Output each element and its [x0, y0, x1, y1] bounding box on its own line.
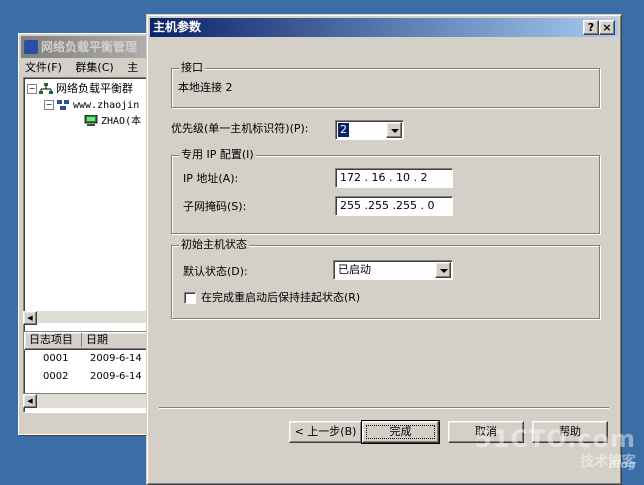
- log-column-date[interactable]: 日期: [82, 333, 146, 347]
- subnet-mask-label: 子网掩码(S):: [183, 200, 247, 213]
- menu-file[interactable]: 文件(F): [25, 61, 62, 74]
- subnet-mask-value: 255 .255 .255 . 0: [340, 199, 435, 212]
- log-column-item[interactable]: 日志项目: [25, 333, 82, 347]
- finish-button[interactable]: 完成: [361, 420, 440, 444]
- collapse-icon[interactable]: −: [27, 84, 37, 94]
- persist-suspend-label[interactable]: 在完成重启动后保持挂起状态(R): [201, 291, 360, 305]
- nlb-manager-title: 网络负载平衡管理: [41, 40, 138, 54]
- cluster-tree[interactable]: − 网络负载平衡群 − www.zhaojin ZHAO(本: [23, 77, 154, 345]
- interface-group: 接口 本地连接 2: [171, 61, 600, 108]
- priority-label: 优先级(单一主机标识符)(P):: [171, 122, 309, 135]
- chevron-down-icon[interactable]: [386, 122, 402, 138]
- nlb-manager-window[interactable]: 网络负载平衡管理 文件(F) 群集(C) 主 − 网络负载平衡群 − www.zha…: [18, 33, 155, 435]
- close-button[interactable]: ×: [599, 20, 615, 35]
- help-button[interactable]: ?: [583, 20, 599, 35]
- log-header: 日志项目 日期: [24, 332, 154, 350]
- host-computer-icon: [84, 115, 98, 126]
- ip-address-value: 172 . 16 . 10 . 2: [340, 171, 428, 184]
- nlb-app-icon: [24, 40, 38, 54]
- nlb-manager-titlebar[interactable]: 网络负载平衡管理: [21, 36, 154, 58]
- scroll-left-icon[interactable]: ◀: [23, 394, 37, 408]
- back-button[interactable]: < 上一步(B): [289, 421, 362, 443]
- scroll-left-icon[interactable]: ◀: [23, 311, 37, 325]
- tree-cluster-node[interactable]: − www.zhaojin: [44, 97, 139, 113]
- subnet-mask-field[interactable]: 255 .255 .255 . 0: [335, 196, 453, 216]
- cancel-button[interactable]: 取消: [448, 421, 524, 443]
- menu-host[interactable]: 主: [127, 61, 138, 74]
- log-hscrollbar[interactable]: ◀: [23, 393, 154, 408]
- persist-suspend-checkbox[interactable]: [184, 292, 196, 304]
- log-row-id[interactable]: 0002: [43, 369, 68, 385]
- network-icon: [39, 83, 53, 94]
- interface-value: 本地连接 2: [178, 81, 233, 94]
- collapse-icon[interactable]: −: [44, 100, 54, 110]
- menu-cluster[interactable]: 群集(C): [75, 61, 113, 74]
- tree-host-label: ZHAO(本: [101, 116, 142, 127]
- focus-rect: [366, 425, 435, 439]
- tree-host-node[interactable]: ZHAO(本: [84, 113, 141, 129]
- ip-address-field[interactable]: 172 . 16 . 10 . 2: [335, 168, 453, 188]
- dedicated-ip-group-label: 专用 IP 配置(I): [179, 148, 256, 162]
- default-state-select[interactable]: 已启动: [333, 260, 453, 280]
- interface-group-label: 接口: [179, 61, 205, 75]
- dialog-titlebar[interactable]: 主机参数 ? ×: [150, 18, 618, 37]
- dedicated-ip-group: 专用 IP 配置(I) IP 地址(A): 172 . 16 . 10 . 2 …: [171, 148, 600, 234]
- priority-value: 2: [338, 123, 349, 137]
- ip-address-label: IP 地址(A):: [183, 172, 239, 185]
- cluster-icon: [57, 100, 69, 110]
- dialog-title: 主机参数: [153, 20, 202, 34]
- tree-root-node[interactable]: − 网络负载平衡群: [27, 81, 133, 97]
- log-row-id[interactable]: 0001: [43, 351, 68, 367]
- default-state-value: 已启动: [338, 263, 371, 276]
- default-state-label: 默认状态(D):: [183, 265, 248, 278]
- initial-state-group: 初始主机状态 默认状态(D): 已启动 在完成重启动后保持挂起状态(R): [171, 238, 600, 319]
- host-parameters-dialog[interactable]: 主机参数 ? × 接口 本地连接 2 优先级(单一主机标识符)(P): 2 专用…: [146, 14, 622, 485]
- tree-root-label: 网络负载平衡群: [56, 82, 133, 95]
- tree-cluster-label: www.zhaojin: [73, 100, 140, 111]
- priority-select[interactable]: 2: [335, 120, 404, 140]
- initial-state-group-label: 初始主机状态: [179, 238, 249, 252]
- log-row-date[interactable]: 2009-6-14: [90, 369, 142, 385]
- nlb-menu-bar: 文件(F) 群集(C) 主: [25, 59, 148, 77]
- help-dialog-button[interactable]: 帮助: [532, 421, 608, 443]
- chevron-down-icon[interactable]: [435, 262, 451, 278]
- dialog-separator: [159, 407, 609, 409]
- tree-hscrollbar[interactable]: ◀: [23, 311, 154, 325]
- log-row-date[interactable]: 2009-6-14: [90, 351, 142, 367]
